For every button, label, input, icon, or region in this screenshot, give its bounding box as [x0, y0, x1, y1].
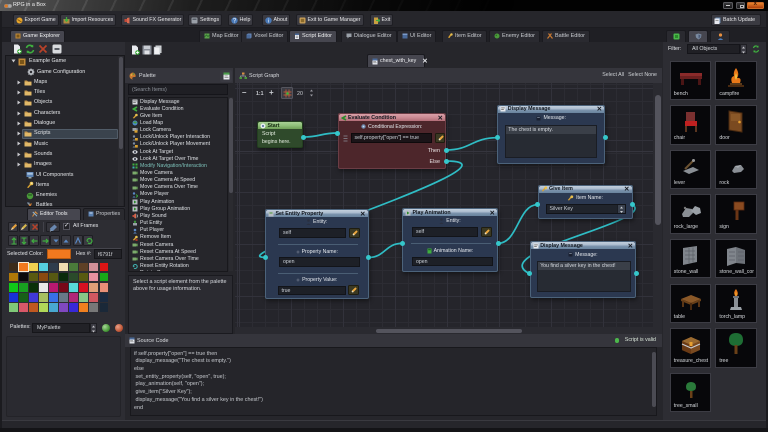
- svg-text:i: i: [267, 18, 268, 23]
